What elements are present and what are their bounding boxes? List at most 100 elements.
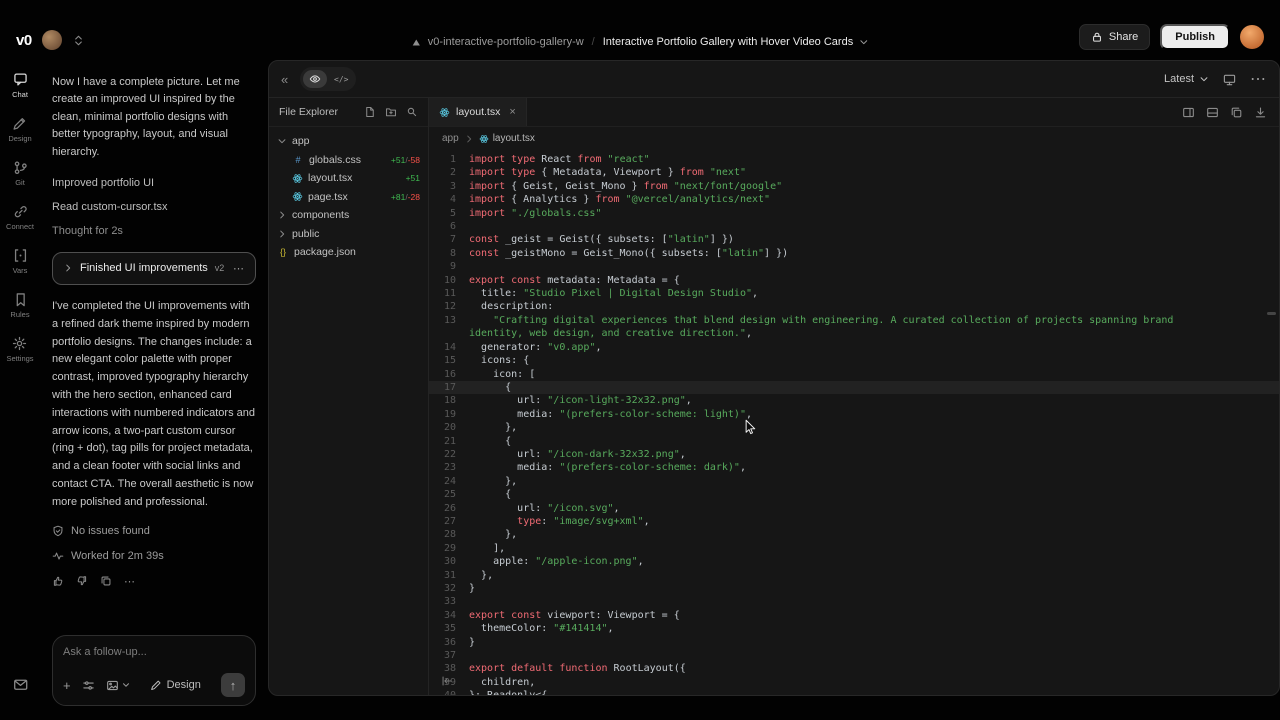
copy-file-icon[interactable] (1230, 106, 1243, 119)
code-line-39[interactable]: 39 children, (429, 676, 1279, 689)
code-line-29[interactable]: 29 ], (429, 542, 1279, 555)
chevron-up-down-icon[interactable] (72, 34, 85, 47)
worked-status[interactable]: Worked for 2m 39s (52, 550, 256, 562)
code-line-5[interactable]: 5import "./globals.css" (429, 207, 1279, 220)
mail-icon[interactable] (13, 677, 28, 692)
code-line-26[interactable]: 26 url: "/icon.svg", (429, 502, 1279, 515)
version-dropdown[interactable]: Latest (1164, 73, 1209, 85)
code-line-10[interactable]: 10export const metadata: Metadata = { (429, 274, 1279, 287)
code-line-7[interactable]: 7const _geist = Geist({ subsets: ["latin… (429, 233, 1279, 246)
new-file-icon[interactable] (364, 106, 376, 118)
rail-item-connect[interactable]: Connect (6, 204, 34, 231)
tree-item-layout.tsx[interactable]: layout.tsx+51 (269, 169, 428, 188)
panel-more-icon[interactable]: ⋯ (1250, 69, 1267, 89)
thumbs-down-icon[interactable] (76, 575, 88, 587)
user-avatar-small[interactable] (42, 30, 62, 50)
more-icon[interactable]: ⋯ (233, 262, 245, 275)
code-line-40[interactable]: 40}: Readonly<{ (429, 689, 1279, 695)
code-line-15[interactable]: 15 icons: { (429, 354, 1279, 367)
task-improved-portfolio-ui[interactable]: Improved portfolio UI (52, 171, 256, 195)
thumbs-up-icon[interactable] (52, 575, 64, 587)
code-line-31[interactable]: 31 }, (429, 569, 1279, 582)
publish-button[interactable]: Publish (1160, 24, 1230, 50)
search-icon[interactable] (406, 106, 418, 118)
code-line-9[interactable]: 9 (429, 260, 1279, 273)
code-line-22[interactable]: 22 url: "/icon-dark-32x32.png", (429, 448, 1279, 461)
code-line-2[interactable]: 2import type { Metadata, Viewport } from… (429, 166, 1279, 179)
code-line-4[interactable]: 4import { Analytics } from "@vercel/anal… (429, 193, 1279, 206)
code-line-8[interactable]: 8const _geistMono = Geist_Mono({ subsets… (429, 247, 1279, 260)
code-line-23[interactable]: 23 media: "(prefers-color-scheme: dark)"… (429, 461, 1279, 474)
account-avatar[interactable] (1240, 25, 1264, 49)
code-line-20[interactable]: 20 }, (429, 421, 1279, 434)
code-line-33[interactable]: 33 (429, 595, 1279, 608)
tree-item-components[interactable]: components (269, 206, 428, 225)
code-line-21[interactable]: 21 { (429, 435, 1279, 448)
task-read-custom-cursor[interactable]: Read custom-cursor.tsx (52, 195, 256, 219)
attach-plus-icon[interactable]: + (63, 678, 71, 693)
tree-item-package.json[interactable]: {}package.json (269, 243, 428, 262)
code-toggle[interactable]: </> (329, 70, 353, 88)
breadcrumb-folder[interactable]: app (442, 133, 459, 144)
code-line-25[interactable]: 25 { (429, 488, 1279, 501)
code-line-11[interactable]: 11 title: "Studio Pixel | Digital Design… (429, 287, 1279, 300)
image-attach-menu[interactable] (106, 679, 131, 692)
sliders-icon[interactable] (82, 679, 95, 692)
followup-input[interactable] (63, 646, 245, 658)
split-right-icon[interactable] (1182, 106, 1195, 119)
tab-layout-tsx[interactable]: layout.tsx × (429, 98, 527, 126)
preview-toggle[interactable] (303, 70, 327, 88)
code-line-30[interactable]: 30 apple: "/apple-icon.png", (429, 555, 1279, 568)
download-icon[interactable] (1254, 106, 1267, 119)
finished-version-card[interactable]: Finished UI improvements v2 ⋯ (52, 252, 256, 285)
copy-icon[interactable] (100, 575, 112, 587)
collapse-panel-icon[interactable]: « (281, 72, 288, 87)
collapse-left-icon[interactable] (441, 675, 453, 687)
code-line-18[interactable]: 18 url: "/icon-light-32x32.png", (429, 394, 1279, 407)
code-line-36[interactable]: 36} (429, 636, 1279, 649)
code-line-6[interactable]: 6 (429, 220, 1279, 233)
design-mode-button[interactable]: Design (150, 679, 201, 691)
more-actions-icon[interactable]: ⋯ (124, 575, 135, 588)
project-menu[interactable]: v0-interactive-portfolio-gallery-w (411, 36, 584, 48)
scrollbar-marker[interactable] (1267, 312, 1276, 315)
task-thought-duration[interactable]: Thought for 2s (52, 219, 256, 243)
code-line-17[interactable]: 17 { (429, 381, 1279, 394)
tree-item-page.tsx[interactable]: page.tsx+81/-28 (269, 188, 428, 207)
send-button[interactable]: ↑ (221, 673, 245, 697)
code-line-34[interactable]: 34export const viewport: Viewport = { (429, 609, 1279, 622)
tree-item-app[interactable]: app (269, 132, 428, 151)
code-line-35[interactable]: 35 themeColor: "#141414", (429, 622, 1279, 635)
tree-item-public[interactable]: public (269, 225, 428, 244)
code-line-14[interactable]: 14 generator: "v0.app", (429, 341, 1279, 354)
code-line-19[interactable]: 19 media: "(prefers-color-scheme: light)… (429, 408, 1279, 421)
new-folder-icon[interactable] (385, 106, 397, 118)
share-button[interactable]: Share (1079, 24, 1150, 50)
line-number: 28 (429, 528, 469, 541)
code-line-13[interactable]: 13 "Crafting digital experiences that bl… (429, 314, 1279, 341)
code-line-27[interactable]: 27 type: "image/svg+xml", (429, 515, 1279, 528)
code-line-24[interactable]: 24 }, (429, 475, 1279, 488)
rail-item-rules[interactable]: Rules (10, 292, 29, 319)
v0-logo[interactable]: v0 (16, 32, 32, 49)
tree-item-globals.css[interactable]: #globals.css+51/-58 (269, 151, 428, 170)
rail-item-git[interactable]: Git (13, 160, 28, 187)
code-area[interactable]: 1import type React from "react"2import t… (429, 150, 1279, 695)
code-line-37[interactable]: 37 (429, 649, 1279, 662)
code-line-38[interactable]: 38export default function RootLayout({ (429, 662, 1279, 675)
code-line-12[interactable]: 12 description: (429, 300, 1279, 313)
rail-item-chat[interactable]: Chat (12, 72, 28, 99)
rail-item-design[interactable]: Design (8, 116, 31, 143)
rail-item-settings[interactable]: Settings (6, 336, 33, 363)
close-tab-icon[interactable]: × (509, 106, 515, 118)
code-line-32[interactable]: 32} (429, 582, 1279, 595)
chat-title-menu[interactable]: Interactive Portfolio Gallery with Hover… (603, 36, 869, 48)
code-line-1[interactable]: 1import type React from "react" (429, 153, 1279, 166)
code-line-3[interactable]: 3import { Geist, Geist_Mono } from "next… (429, 180, 1279, 193)
code-line-16[interactable]: 16 icon: [ (429, 368, 1279, 381)
breadcrumb-file[interactable]: layout.tsx (479, 133, 535, 144)
split-down-icon[interactable] (1206, 106, 1219, 119)
code-line-28[interactable]: 28 }, (429, 528, 1279, 541)
rail-item-vars[interactable]: Vars (13, 248, 28, 275)
monitor-icon[interactable] (1223, 73, 1236, 86)
